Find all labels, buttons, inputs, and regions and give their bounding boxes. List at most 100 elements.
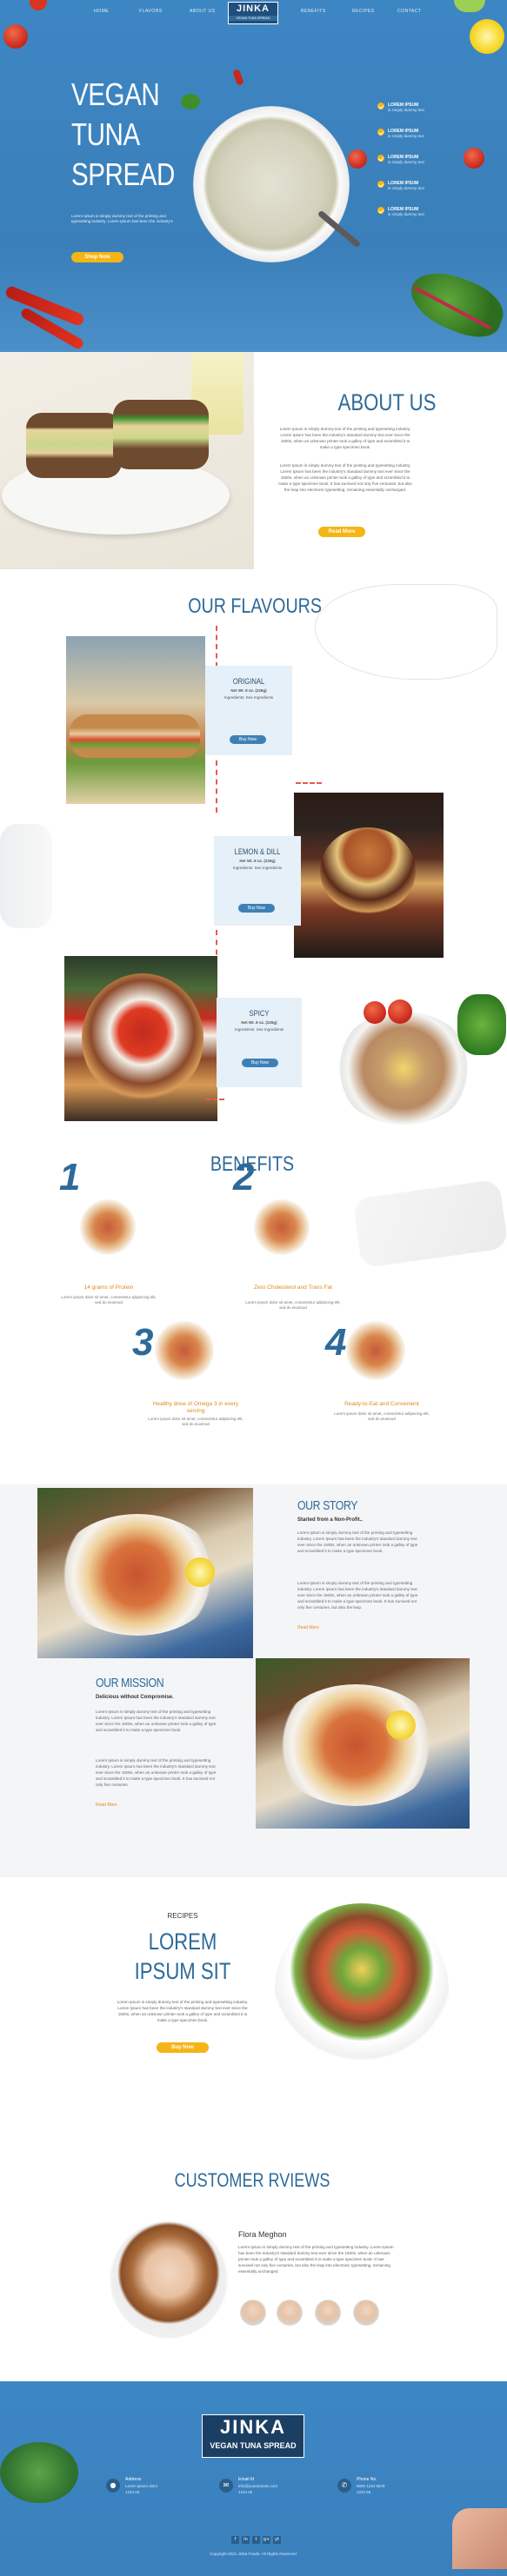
flavour-spicy-buy-button[interactable]: Buy Now — [242, 1059, 278, 1067]
sandwich-sketch — [352, 1178, 507, 1269]
flavour-ingredients: Ingredients: See Ingredients — [234, 1027, 284, 1032]
benefit-food-image — [346, 1321, 405, 1380]
email-icon: ✉ — [219, 2479, 233, 2493]
check-icon — [377, 207, 384, 214]
benefit-number: 4 — [325, 1321, 347, 1364]
flavours-title: OUR FLAVOURS — [188, 594, 323, 618]
tomato-decoration — [348, 149, 367, 169]
phone-label: Phone No. — [357, 2477, 377, 2482]
location-icon: ● — [106, 2479, 120, 2493]
flavour-lemon-dill-buy-button[interactable]: Buy Now — [238, 904, 275, 913]
facebook-icon[interactable]: f — [231, 2536, 239, 2544]
sandwich-decoration — [26, 413, 122, 478]
check-icon — [377, 181, 384, 188]
check-icon — [377, 155, 384, 162]
benefit-text: Lorem ipsum dolor sit amet, consectetur … — [61, 1295, 157, 1305]
hero-benefit: LOREM IPSUM is simply dummy text — [377, 155, 482, 164]
email-text[interactable]: info@yourdomain.com — [238, 2484, 277, 2488]
flavour-original-buy-button[interactable]: Buy Now — [230, 735, 266, 744]
review-text: Lorem Ipsum is simply dummy text of the … — [238, 2245, 394, 2274]
flavour-spicy-photo — [64, 956, 217, 1121]
tomato-decoration — [364, 1001, 386, 1024]
review-thumbnail[interactable] — [240, 2300, 266, 2326]
recipes-title-line-2: IPSUM SIT — [134, 1958, 231, 1984]
mission-subtitle: Delicious without Compromise. — [96, 1695, 174, 1700]
about-sandwich-photo — [0, 352, 254, 569]
hero-benefit-text: is simply dummy text — [388, 108, 424, 112]
salad-bowl-photo — [275, 1903, 449, 2077]
nav-contact[interactable]: CONTACT — [397, 9, 422, 14]
tomato-decoration — [30, 0, 47, 10]
hero-title-line-1: VEGAN — [71, 76, 160, 112]
burger-decoration — [320, 827, 416, 914]
mission-read-more-link[interactable]: Read More — [96, 1803, 117, 1808]
review-thumbnail[interactable] — [277, 2300, 303, 2326]
story-subtitle: Started from a Non-Profit.. — [297, 1517, 364, 1523]
mission-paragraph-2: Lorem Ipsum is simply dummy text of the … — [96, 1758, 217, 1787]
reviewer-name: Flora Meghon — [238, 2230, 287, 2239]
address-label: Address — [125, 2477, 142, 2482]
nav-recipes[interactable]: RECIPES — [352, 9, 375, 14]
flavour-lemon-dill-photo — [294, 793, 444, 958]
flavour-weight: Net Wt. 8 oz. (226g) — [241, 1020, 277, 1025]
youtube-icon[interactable]: yt — [273, 2536, 281, 2544]
brand-tagline: VEGAN TUNA SPREAD — [229, 16, 277, 21]
tomato-decoration — [388, 999, 412, 1024]
twitter-icon[interactable]: t — [252, 2536, 260, 2544]
flavour-ingredients: Ingredients: See Ingredients — [223, 695, 274, 700]
benefit-title: 14 grams of Protein — [83, 1285, 134, 1291]
benefit-title: Healthy dose of Omega 3 in every serving — [152, 1401, 239, 1414]
recipes-label: RECIPES — [167, 1912, 198, 1920]
mission-photo — [256, 1658, 470, 1829]
benefit-number: 3 — [132, 1321, 154, 1364]
address-text-2: 1234 56 — [125, 2490, 140, 2494]
footer-logo[interactable]: JINKA VEGAN TUNA SPREAD — [202, 2414, 304, 2458]
nav-benefits[interactable]: BENEFITS — [301, 9, 326, 14]
check-icon — [377, 129, 384, 136]
nav-about[interactable]: ABOUT US — [190, 9, 216, 14]
footer-brand-tagline: VEGAN TUNA SPREAD — [210, 2441, 297, 2450]
recipes-buy-now-button[interactable]: Buy Now — [157, 2042, 209, 2053]
story-title: OUR STORY — [297, 1498, 357, 1513]
recipes-description: Lorem Ipsum is simply dummy text of the … — [117, 2000, 249, 2022]
nav-home[interactable]: HOME — [94, 9, 109, 14]
google-plus-icon[interactable]: g+ — [263, 2536, 270, 2544]
review-thumbnail[interactable] — [315, 2300, 341, 2326]
story-read-more-link[interactable]: Read More — [297, 1625, 319, 1630]
review-thumbnail[interactable] — [353, 2300, 379, 2326]
copyright: Copyright 2021 Jinka Foods. All Rights R… — [210, 2552, 297, 2556]
footer: JINKA VEGAN TUNA SPREAD ● Address Lorem … — [0, 2381, 507, 2576]
fish-fillet-decoration — [452, 2508, 507, 2569]
benefit-food-image — [80, 1199, 136, 1255]
email-text-2: 1234 56 — [238, 2490, 253, 2494]
brand-name: JINKA — [236, 3, 270, 14]
hero-title-line-3: SPREAD — [71, 156, 175, 192]
phone-text[interactable]: 0000 1234 5678 — [357, 2484, 385, 2488]
hero-benefit-text: is simply dummy text — [388, 212, 424, 216]
hero-shop-now-button[interactable]: Shop Now — [71, 252, 123, 262]
tomato-decoration — [3, 24, 28, 49]
benefit-food-image — [155, 1321, 214, 1380]
flavour-card-spicy: SPICY Net Wt. 8 oz. (226g) Ingredients: … — [217, 998, 302, 1087]
sandwich-decoration — [70, 714, 200, 758]
about-read-more-button[interactable]: Read More — [318, 527, 365, 537]
lime-decoration — [454, 0, 485, 12]
nav-flavors[interactable]: FLAVORS — [139, 9, 163, 14]
hero-title-line-2: TUNA — [71, 116, 140, 152]
story-photo — [37, 1488, 253, 1658]
linkedin-icon[interactable]: in — [242, 2536, 250, 2544]
footer-brand-name: JINKA — [219, 2416, 286, 2438]
salad-plate-photo — [334, 1012, 473, 1125]
dashed-connector — [216, 760, 217, 813]
brand-logo[interactable]: JINKA VEGAN TUNA SPREAD — [228, 2, 278, 24]
greens-decoration — [457, 994, 506, 1055]
dashed-connector — [296, 782, 322, 784]
burger-decoration — [82, 973, 203, 1104]
recipes-title-line-1: LOREM — [148, 1929, 217, 1955]
hero-benefit-text: is simply dummy text — [388, 134, 424, 138]
reviews-title: CUSTOMER RVIEWS — [174, 2169, 330, 2191]
lemon-decoration — [470, 19, 504, 54]
tuna-fish-sketch — [315, 584, 497, 680]
benefit-number: 1 — [59, 1156, 81, 1198]
flavour-ingredients: Ingredients: See Ingredients — [232, 866, 283, 870]
